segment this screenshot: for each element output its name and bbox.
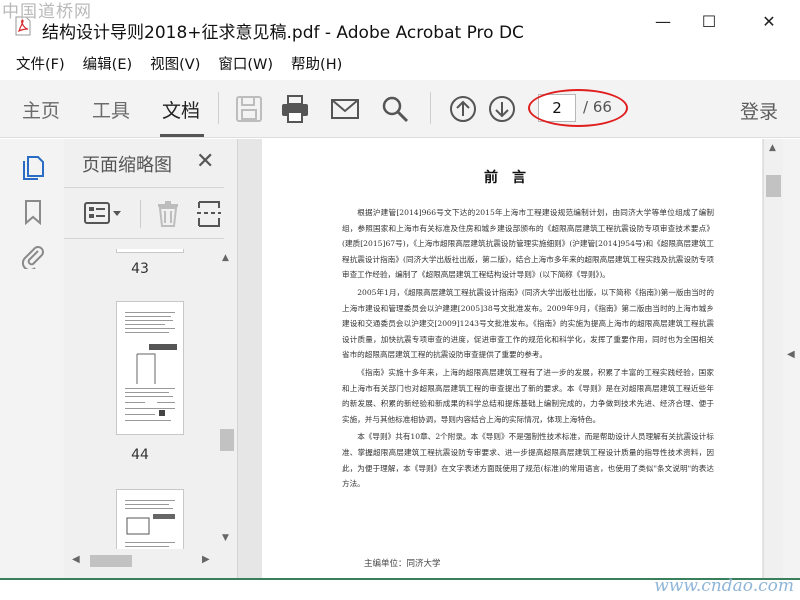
panel-title: 页面缩略图 <box>82 155 172 176</box>
menu-view[interactable]: 视图(V) <box>141 52 209 78</box>
document-page: 前言 根据沪建管[2014]966号文下达的2015年上海市工程建设规范编制计划… <box>262 139 762 579</box>
scroll-left-arrow-icon[interactable]: ◀ <box>72 554 80 565</box>
panel-divider <box>140 200 141 228</box>
scroll-up-arrow-icon[interactable]: ▲ <box>222 253 229 263</box>
save-icon[interactable] <box>234 94 264 124</box>
menu-window[interactable]: 窗口(W) <box>209 52 282 78</box>
menu-edit[interactable]: 编辑(E) <box>74 52 141 78</box>
login-button[interactable]: 登录 <box>740 97 778 124</box>
thumbnail-vertical-scrollbar[interactable]: ▲ ▼ <box>218 249 236 549</box>
paragraph: 2005年1月，《超限高层建筑工程抗震设计指南》(同济大学出版社出版，以下简称《… <box>342 287 714 360</box>
scrollbar-thumb[interactable] <box>220 429 234 451</box>
document-heading: 前言 <box>484 170 540 186</box>
watermark-bottom: www.cndao.com <box>654 576 794 596</box>
close-button[interactable]: ✕ <box>746 6 792 36</box>
thumbnail-options-icon[interactable] <box>84 202 124 226</box>
close-panel-button[interactable]: ✕ <box>196 149 214 174</box>
thumbnail-page-42-edge[interactable] <box>116 249 184 253</box>
title-bar: 结构设计导则2018+征求意见稿.pdf - Adobe Acrobat Pro… <box>0 0 800 43</box>
tab-tools[interactable]: 工具 <box>92 96 130 123</box>
page-extract-icon[interactable] <box>196 200 222 228</box>
thumbnail-content <box>125 312 177 421</box>
attachment-icon[interactable] <box>20 243 46 269</box>
toolbar: 主页 工具 文档 2 / 66 登录 <box>0 80 800 138</box>
thumbnail-horizontal-scrollbar[interactable]: ◀ ▶ <box>64 551 234 571</box>
scroll-up-arrow-icon[interactable]: ▲ <box>769 143 776 153</box>
email-icon[interactable] <box>330 94 360 124</box>
window-title: 结构设计导则2018+征求意见稿.pdf - Adobe Acrobat Pro… <box>42 23 524 43</box>
toolbar-divider <box>430 92 431 124</box>
navigation-rail <box>0 139 64 579</box>
thumbnail-label: 43 <box>131 261 149 277</box>
maximize-button[interactable]: ☐ <box>686 6 732 36</box>
scroll-right-arrow-icon[interactable]: ▶ <box>202 554 210 565</box>
document-footer: 主编单位：同济大学 <box>364 559 441 569</box>
thumbnails-panel: 页面缩略图 ✕ 43 44 ▲ ▼ ◀ ▶ <box>64 139 238 579</box>
highlight-annotation <box>528 89 628 127</box>
document-body: 根据沪建管[2014]966号文下达的2015年上海市工程建设规范编制计划，由同… <box>342 205 714 494</box>
minimize-button[interactable]: — <box>640 6 686 36</box>
thumbnail-list: 43 44 <box>64 249 224 549</box>
watermark-top: 中国道桥网 <box>2 2 92 22</box>
scroll-down-arrow-icon[interactable]: ▼ <box>222 533 229 543</box>
expand-right-handle-icon[interactable]: ◀ <box>787 349 795 360</box>
print-icon[interactable] <box>280 94 310 124</box>
search-icon[interactable] <box>380 94 410 124</box>
right-panel-edge: ◀ <box>783 139 800 579</box>
thumbnail-content <box>125 500 175 547</box>
scrollbar-thumb[interactable] <box>766 175 781 197</box>
menu-help[interactable]: 帮助(H) <box>282 52 351 78</box>
page-up-icon[interactable] <box>448 94 478 124</box>
paragraph: 本《导则》共有10章、2个附录。本《导则》不是强制性技术标准，而是帮助设计人员理… <box>342 432 714 489</box>
paragraph: 根据沪建管[2014]966号文下达的2015年上海市工程建设规范编制计划，由同… <box>342 208 714 280</box>
document-scrollbar[interactable]: ▲ <box>763 139 783 579</box>
active-tab-indicator <box>160 134 204 137</box>
scrollbar-thumb[interactable] <box>90 555 132 567</box>
menu-bar: 文件(F) 编辑(E) 视图(V) 窗口(W) 帮助(H) <box>0 52 800 78</box>
thumbnail-page-44[interactable] <box>116 301 184 435</box>
trash-icon[interactable] <box>156 200 180 228</box>
document-view: 前言 根据沪建管[2014]966号文下达的2015年上海市工程建设规范编制计划… <box>238 139 763 579</box>
page-down-icon[interactable] <box>487 94 517 124</box>
bookmark-icon[interactable] <box>20 199 46 225</box>
tab-document[interactable]: 文档 <box>162 96 200 123</box>
panel-toolbar <box>64 187 224 239</box>
menu-file[interactable]: 文件(F) <box>0 52 74 78</box>
thumbnail-page-45[interactable] <box>116 489 184 549</box>
toolbar-divider <box>218 92 219 124</box>
page-thumbnails-icon[interactable] <box>20 155 46 181</box>
tab-home[interactable]: 主页 <box>22 96 60 123</box>
paragraph: 《指南》实施十多年来，上海的超限高层建筑工程有了进一步的发展，积累了丰富的工程实… <box>342 367 714 424</box>
thumbnail-label: 44 <box>131 447 149 463</box>
